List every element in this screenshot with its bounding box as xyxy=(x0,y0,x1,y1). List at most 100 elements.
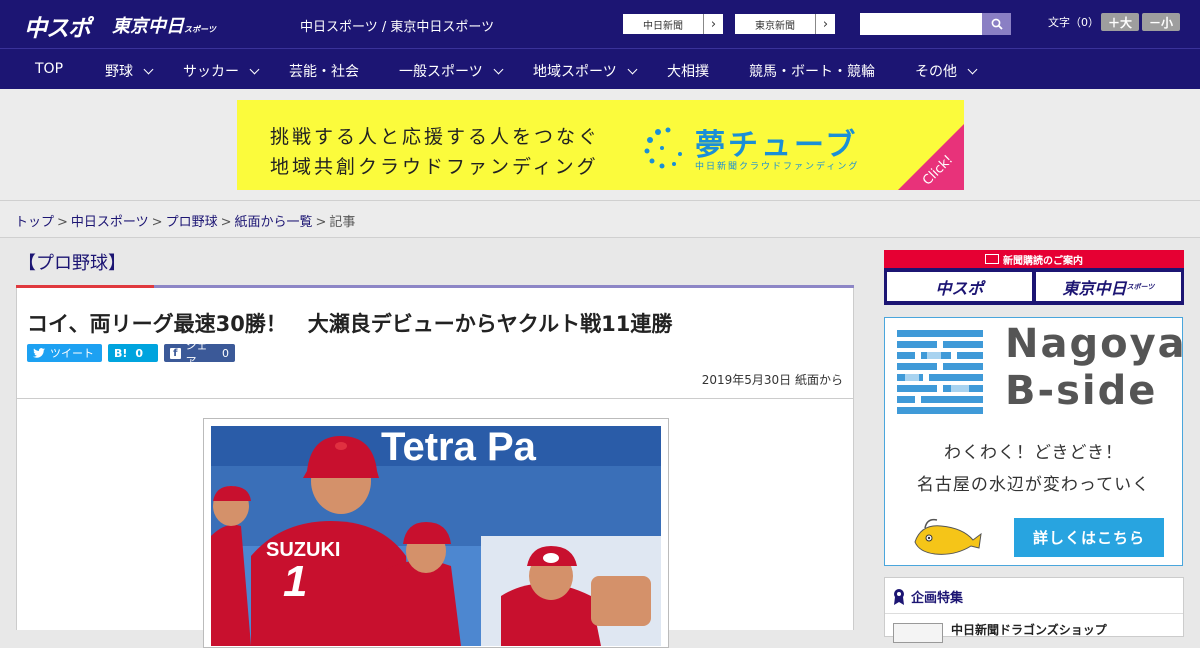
category-heading: 【プロ野球】 xyxy=(18,253,126,274)
tokyo-chunichi-logo[interactable]: 東京中日スポーツ xyxy=(112,12,216,38)
article-divider xyxy=(17,398,853,399)
chevron-right-icon: › xyxy=(703,14,723,34)
hatena-count: 0 xyxy=(135,346,144,360)
breadcrumb-separator: > xyxy=(220,215,232,230)
baseball-photo-illustration: Tetra Pa SUZUKI 1 xyxy=(211,426,661,646)
nav-item-top[interactable]: TOP xyxy=(35,61,63,77)
subscribe-tokyo-small: スポーツ xyxy=(1126,282,1155,291)
search-icon xyxy=(991,18,1003,30)
chunichi-shimbun-label: 中日新聞 xyxy=(643,20,683,32)
crowdfunding-banner[interactable]: 挑戦する人と応援する人をつなぐ 地域共創クラウドファンディング 夢チューブ 中日… xyxy=(237,100,964,190)
shachihoko-fish-icon xyxy=(914,518,982,555)
stadium-sign-text: Tetra Pa xyxy=(381,426,537,469)
nav-label: 野球 xyxy=(105,64,133,80)
font-smaller-button[interactable]: －小 xyxy=(1142,13,1180,31)
banner-line-2: 地域共創クラウドファンディング xyxy=(270,156,599,178)
tokyo-logo-small: スポーツ xyxy=(184,25,216,34)
tokyo-shimbun-link[interactable]: 東京新聞 › xyxy=(734,13,836,35)
chevron-down-icon xyxy=(143,64,154,74)
special-features-heading: 企画特集 xyxy=(893,587,963,606)
nav-label: サッカー xyxy=(183,64,239,80)
dragons-shop-thumbnail[interactable] xyxy=(893,623,943,643)
search-button[interactable] xyxy=(982,13,1011,35)
newspaper-icon xyxy=(985,254,999,264)
article-dateline: 2019年5月30日 紙面から xyxy=(702,371,843,388)
banner-brand: 夢チューブ xyxy=(695,128,859,163)
breadcrumb: トップ > 中日スポーツ > プロ野球 > 紙面から一覧 > 記事 xyxy=(15,211,355,230)
nagoya-bside-ad[interactable]: Nagoya B-side わくわく！どきどき！ 名古屋の水辺が変わっていく 詳… xyxy=(884,317,1185,566)
tokyo-logo-text: 東京中日 xyxy=(112,16,184,37)
font-size-label: 文字（0） xyxy=(1048,16,1099,29)
nav-item-general-sports[interactable]: 一般スポーツ xyxy=(399,61,504,81)
ad-zone: 挑戦する人と応援する人をつなぐ 地域共創クラウドファンディング 夢チューブ 中日… xyxy=(0,89,1200,200)
jersey-number-text: 1 xyxy=(283,557,307,606)
breadcrumb-link-top[interactable]: トップ xyxy=(15,215,54,230)
subscribe-tokyo-chunichi-button[interactable]: 東京中日 スポーツ xyxy=(1036,272,1181,301)
nav-item-soccer[interactable]: サッカー xyxy=(183,61,260,81)
breadcrumb-separator: > xyxy=(315,215,327,230)
breadcrumb-separator: > xyxy=(57,215,68,230)
brick-wall-icon xyxy=(897,330,983,414)
subscription-widget: 新聞購読のご案内 中スポ 東京中日 スポーツ xyxy=(884,250,1184,305)
bside-details-button[interactable]: 詳しくはこちら xyxy=(1014,518,1164,557)
nav-item-baseball[interactable]: 野球 xyxy=(105,61,154,81)
banner-sub: 中日新聞クラウドファンディング xyxy=(695,162,860,172)
site-title: 中日スポーツ / 東京中日スポーツ xyxy=(300,20,495,35)
top-header: 中スポ 東京中日スポーツ 中日スポーツ / 東京中日スポーツ 中日新聞 › 東京… xyxy=(0,0,1200,48)
special-features-widget: 企画特集 中日新聞ドラゴンズショップ xyxy=(884,577,1184,643)
nav-label: 地域スポーツ xyxy=(533,64,617,80)
chevron-right-icon: › xyxy=(815,14,835,34)
bside-title-line2: B-side xyxy=(1005,368,1158,414)
subscribe-chuspo-button[interactable]: 中スポ xyxy=(887,272,1032,301)
nav-item-entertainment[interactable]: 芸能・社会 xyxy=(289,61,359,81)
search-input[interactable] xyxy=(860,13,982,35)
font-bigger-button[interactable]: ＋大 xyxy=(1101,13,1139,31)
article-photo-frame: Tetra Pa SUZUKI 1 xyxy=(203,418,669,648)
nav-item-sumo[interactable]: 大相撲 xyxy=(667,61,709,81)
article-container: コイ、両リーグ最速30勝！ 大瀬良デビューからヤクルト戦11連勝 ツイート B!… xyxy=(16,288,854,648)
hatena-bookmark-button[interactable]: B! 0 xyxy=(108,344,158,362)
tokyo-shimbun-label: 東京新聞 xyxy=(755,20,795,32)
special-features-title: 企画特集 xyxy=(911,591,964,606)
twitter-icon xyxy=(33,348,45,358)
main-nav: TOP 野球 サッカー 芸能・社会 一般スポーツ 地域スポーツ 大相撲 競馬・ボ… xyxy=(0,48,1200,89)
facebook-share-label: シェア xyxy=(185,339,208,368)
ribbon-icon xyxy=(894,588,904,605)
nav-item-other[interactable]: その他 xyxy=(915,61,978,81)
chuspo-logo[interactable]: 中スポ xyxy=(24,9,91,43)
breadcrumb-separator: > xyxy=(151,215,163,230)
dots-logo-icon xyxy=(644,127,682,169)
facebook-share-button[interactable]: f シェア 0 xyxy=(164,339,235,368)
subscription-heading: 新聞購読のご案内 xyxy=(884,250,1184,268)
article-headline: コイ、両リーグ最速30勝！ 大瀬良デビューからヤクルト戦11連勝 xyxy=(27,312,673,336)
breadcrumb-link-paper-list[interactable]: 紙面から一覧 xyxy=(235,215,313,230)
banner-line-1: 挑戦する人と応援する人をつなぐ xyxy=(270,126,601,148)
nav-label: その他 xyxy=(915,64,957,80)
breadcrumb-link-pro-baseball[interactable]: プロ野球 xyxy=(166,215,218,230)
chevron-down-icon xyxy=(967,64,978,74)
facebook-icon: f xyxy=(170,347,181,359)
nav-label: 大相撲 xyxy=(667,64,709,80)
nav-label: 芸能・社会 xyxy=(289,64,359,80)
article-photo[interactable]: Tetra Pa SUZUKI 1 xyxy=(211,426,661,646)
subscription-title: 新聞購読のご案内 xyxy=(1003,255,1083,267)
facebook-share-count: 0 xyxy=(222,346,229,360)
subscribe-chuspo-label: 中スポ xyxy=(935,278,984,298)
chunichi-shimbun-link[interactable]: 中日新聞 › xyxy=(622,13,724,35)
chevron-down-icon xyxy=(493,64,504,74)
nav-item-local-sports[interactable]: 地域スポーツ xyxy=(533,61,638,81)
chevron-down-icon xyxy=(249,64,260,74)
subscribe-tokyo-label: 東京中日 xyxy=(1062,278,1127,298)
breadcrumb-bar: トップ > 中日スポーツ > プロ野球 > 紙面から一覧 > 記事 xyxy=(0,200,1200,238)
tweet-label: ツイート xyxy=(50,347,94,360)
nav-label: TOP xyxy=(35,61,64,77)
article-source: 紙面から xyxy=(794,373,843,387)
breadcrumb-link-chunichi-sports[interactable]: 中日スポーツ xyxy=(71,215,149,230)
nav-item-racing[interactable]: 競馬・ボート・競輪 xyxy=(749,61,875,81)
nav-label: 競馬・ボート・競輪 xyxy=(749,64,875,80)
breadcrumb-current: 記事 xyxy=(329,215,356,230)
tweet-button[interactable]: ツイート xyxy=(27,344,102,362)
hatena-icon: B! xyxy=(114,346,128,360)
bside-text-line2: 名古屋の水辺が変わっていく xyxy=(916,475,1151,495)
nav-label: 一般スポーツ xyxy=(399,64,483,80)
